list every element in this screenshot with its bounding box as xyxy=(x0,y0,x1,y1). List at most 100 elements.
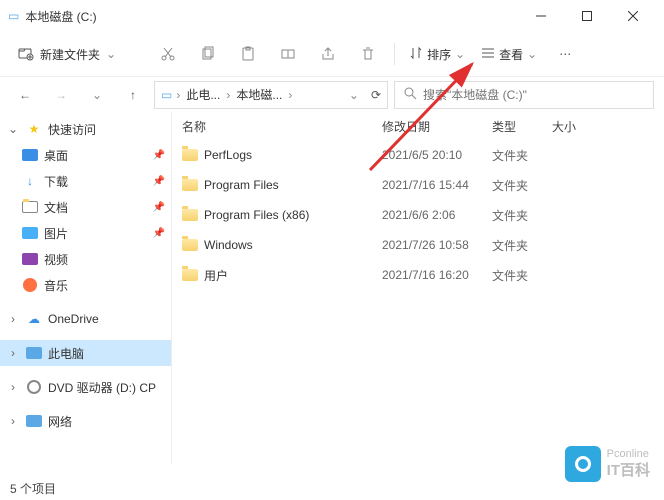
star-icon: ★ xyxy=(26,121,42,137)
chevron-down-icon[interactable]: ⌄ xyxy=(349,88,359,102)
desktop-icon xyxy=(22,147,38,163)
video-icon xyxy=(22,251,38,267)
chevron-right-icon[interactable]: › xyxy=(6,380,20,394)
folder-icon xyxy=(182,209,198,221)
cut-button[interactable] xyxy=(150,38,186,70)
recent-chevron-icon[interactable]: ⌄ xyxy=(82,81,112,109)
sidebar-item-pictures[interactable]: 图片 📌 xyxy=(0,220,171,246)
sidebar-item-onedrive[interactable]: › ☁ OneDrive xyxy=(0,306,171,332)
sidebar-item-dvd[interactable]: › DVD 驱动器 (D:) CP xyxy=(0,374,171,400)
file-type: 文件夹 xyxy=(492,267,552,284)
dvd-icon xyxy=(26,379,42,395)
sort-label: 排序 xyxy=(427,46,451,63)
sidebar-label: 文档 xyxy=(44,199,68,216)
file-name: PerfLogs xyxy=(204,148,252,162)
close-button[interactable] xyxy=(610,0,656,32)
pin-icon: 📌 xyxy=(153,202,165,213)
sidebar-item-downloads[interactable]: ↓ 下载 📌 xyxy=(0,168,171,194)
paste-button[interactable] xyxy=(230,38,266,70)
back-button[interactable]: ← xyxy=(10,81,40,109)
file-type: 文件夹 xyxy=(492,237,552,254)
file-date: 2021/7/16 16:20 xyxy=(382,268,492,282)
new-folder-button[interactable]: 新建文件夹 ⌄ xyxy=(10,41,124,68)
view-icon xyxy=(481,46,495,63)
search-box[interactable] xyxy=(394,81,654,109)
sidebar-item-videos[interactable]: 视频 xyxy=(0,246,171,272)
folder-icon xyxy=(182,239,198,251)
sidebar-item-network[interactable]: › 网络 xyxy=(0,408,171,434)
folder-icon xyxy=(182,149,198,161)
sidebar-item-quick-access[interactable]: ⌄ ★ 快速访问 xyxy=(0,116,171,142)
up-button[interactable]: ↑ xyxy=(118,81,148,109)
sidebar-label: 此电脑 xyxy=(48,345,84,362)
column-headers: 名称 修改日期 类型 大小 xyxy=(172,112,664,140)
network-icon xyxy=(26,413,42,429)
view-button[interactable]: 查看 ⌄ xyxy=(475,42,543,67)
forward-button[interactable]: → xyxy=(46,81,76,109)
chevron-right-icon[interactable]: › xyxy=(6,312,20,326)
sidebar-label: 桌面 xyxy=(44,147,68,164)
folder-icon xyxy=(182,269,198,281)
download-icon: ↓ xyxy=(22,173,38,189)
file-date: 2021/6/5 20:10 xyxy=(382,148,492,162)
address-bar[interactable]: ▭ › 此电... › 本地磁... › ⌄ ⟳ xyxy=(154,81,388,109)
sidebar-label: 网络 xyxy=(48,413,72,430)
drive-icon: ▭ xyxy=(161,88,172,102)
search-input[interactable] xyxy=(423,88,645,102)
search-icon xyxy=(403,86,417,103)
sidebar: ⌄ ★ 快速访问 桌面 📌 ↓ 下载 📌 文档 📌 图片 📌 视频 xyxy=(0,112,172,464)
breadcrumb-drive[interactable]: 本地磁... xyxy=(234,86,284,103)
maximize-button[interactable] xyxy=(564,0,610,32)
sidebar-item-documents[interactable]: 文档 📌 xyxy=(0,194,171,220)
file-date: 2021/7/26 10:58 xyxy=(382,238,492,252)
table-row[interactable]: PerfLogs 2021/6/5 20:10文件夹 xyxy=(182,140,654,170)
refresh-button[interactable]: ⟳ xyxy=(371,88,381,102)
file-name: Program Files xyxy=(204,178,279,192)
file-type: 文件夹 xyxy=(492,147,552,164)
table-row[interactable]: 用户 2021/7/16 16:20文件夹 xyxy=(182,260,654,290)
watermark: Pconline IT百科 xyxy=(565,446,650,482)
table-row[interactable]: Program Files (x86)2021/6/6 2:06文件夹 xyxy=(182,200,654,230)
chevron-down-icon[interactable]: ⌄ xyxy=(6,122,20,136)
sort-button[interactable]: 排序 ⌄ xyxy=(403,42,471,67)
document-icon xyxy=(22,199,38,215)
column-size[interactable]: 大小 xyxy=(552,118,654,135)
table-row[interactable]: Program Files 2021/7/16 15:44文件夹 xyxy=(182,170,654,200)
music-icon xyxy=(22,277,38,293)
new-folder-label: 新建文件夹 xyxy=(40,46,100,63)
more-button[interactable]: ⋯ xyxy=(547,38,583,70)
chevron-right-icon[interactable]: › xyxy=(6,346,20,360)
pin-icon: 📌 xyxy=(153,228,165,239)
delete-button[interactable] xyxy=(350,38,386,70)
folder-icon xyxy=(182,179,198,191)
column-date[interactable]: 修改日期 xyxy=(382,118,492,135)
column-name[interactable]: 名称 xyxy=(182,118,382,135)
sidebar-item-thispc[interactable]: › 此电脑 xyxy=(0,340,171,366)
file-name: 用户 xyxy=(204,267,228,284)
column-type[interactable]: 类型 xyxy=(492,118,552,135)
file-type: 文件夹 xyxy=(492,177,552,194)
status-count: 5 个项目 xyxy=(10,480,56,497)
file-list: 名称 修改日期 类型 大小 PerfLogs2021/6/5 20:10文件夹P… xyxy=(172,112,664,464)
file-name: Windows xyxy=(204,238,253,252)
file-type: 文件夹 xyxy=(492,207,552,224)
chevron-down-icon: ⌄ xyxy=(527,47,537,61)
pc-icon xyxy=(26,345,42,361)
title-bar: ▭ 本地磁盘 (C:) xyxy=(0,0,664,32)
chevron-right-icon: › xyxy=(226,88,230,102)
minimize-button[interactable] xyxy=(518,0,564,32)
chevron-right-icon[interactable]: › xyxy=(6,414,20,428)
breadcrumb-thispc[interactable]: 此电... xyxy=(184,86,222,103)
share-button[interactable] xyxy=(310,38,346,70)
rename-button[interactable] xyxy=(270,38,306,70)
sidebar-item-desktop[interactable]: 桌面 📌 xyxy=(0,142,171,168)
chevron-down-icon: ⌄ xyxy=(455,47,465,61)
chevron-right-icon: › xyxy=(176,88,180,102)
copy-button[interactable] xyxy=(190,38,226,70)
file-date: 2021/7/16 15:44 xyxy=(382,178,492,192)
table-row[interactable]: Windows 2021/7/26 10:58文件夹 xyxy=(182,230,654,260)
sidebar-item-music[interactable]: 音乐 xyxy=(0,272,171,298)
sidebar-label: 音乐 xyxy=(44,277,68,294)
sidebar-label: 下载 xyxy=(44,173,68,190)
sidebar-label: 视频 xyxy=(44,251,68,268)
